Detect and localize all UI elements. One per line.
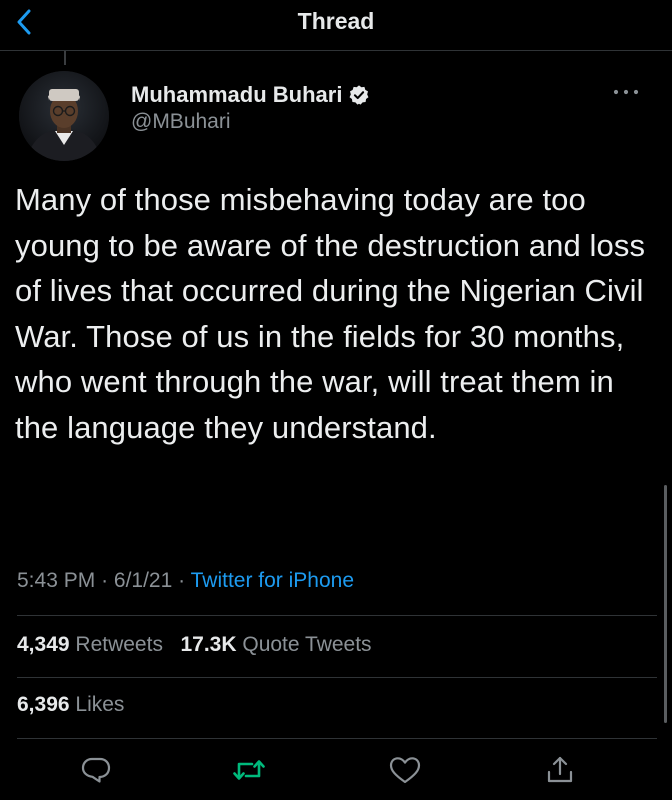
tweet-date: 6/1/21 [113,569,173,592]
likes-count: 6,396 [17,693,70,716]
retweet-stats-row: 4,349 Retweets 17.3K Quote Tweets [17,633,372,657]
meta-separator: · [178,569,186,592]
divider [17,677,657,678]
quote-tweets-label: Quote Tweets [242,633,372,656]
more-horizontal-icon [613,89,639,95]
thread-connector-line [64,51,66,65]
likes-stats-row[interactable]: 6,396 Likes [17,693,124,717]
verified-badge-icon [350,85,369,105]
tweet-meta: 5:43 PM · 6/1/21 · Twitter for iPhone [17,569,354,593]
divider [17,615,657,616]
share-button[interactable] [543,753,577,787]
retweet-button[interactable] [232,753,266,787]
retweets-label: Retweets [75,633,163,656]
page-title: Thread [297,8,375,34]
reply-icon [81,757,111,783]
tweet-text: Many of those misbehaving today are too … [15,182,646,445]
author-name-text: Muhammadu Buhari [131,82,343,107]
divider [17,738,657,739]
likes-label: Likes [75,693,125,716]
tweet-source-link[interactable]: Twitter for iPhone [191,569,354,592]
profile-photo [19,71,109,161]
top-bar: Thread [0,0,672,51]
retweets-count: 4,349 [17,633,70,656]
quote-tweets-count: 17.3K [180,633,237,656]
retweets-link[interactable]: 4,349 Retweets [17,633,163,656]
scrollbar[interactable] [664,485,667,723]
author-name[interactable]: Muhammadu Buhari [131,82,370,108]
like-icon [389,757,421,784]
share-icon [547,756,573,783]
meta-separator: · [101,569,109,592]
like-button[interactable] [388,753,422,787]
reply-button[interactable] [79,753,113,787]
avatar[interactable] [19,71,109,161]
tweet-action-bar [0,745,672,795]
more-options-button[interactable] [608,82,644,102]
quote-tweets-link[interactable]: 17.3K Quote Tweets [180,633,371,656]
tweet-time: 5:43 PM [17,569,96,592]
author-handle[interactable]: @MBuhari [131,110,231,134]
retweet-icon [233,760,265,780]
